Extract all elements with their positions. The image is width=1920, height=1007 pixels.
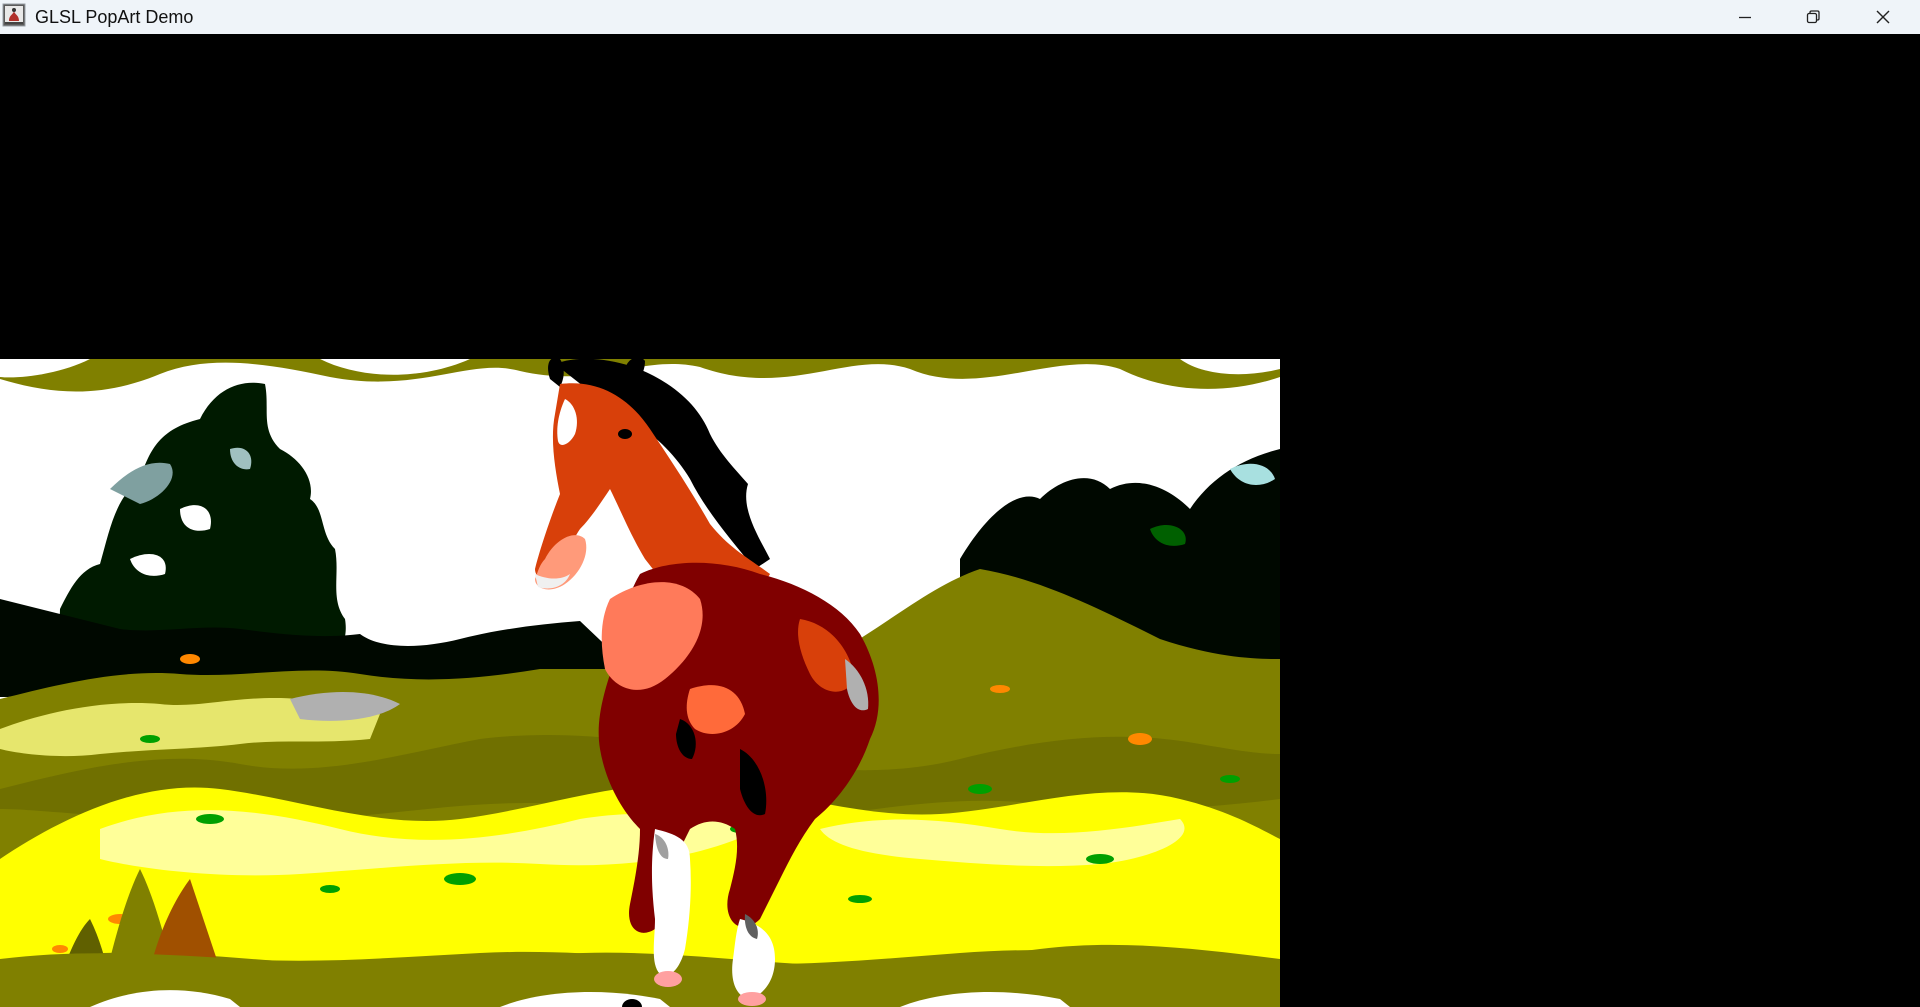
minimize-icon bbox=[1739, 16, 1751, 19]
restore-button[interactable] bbox=[1778, 0, 1848, 34]
minimize-button[interactable] bbox=[1710, 0, 1780, 34]
close-button[interactable] bbox=[1848, 0, 1918, 34]
close-icon bbox=[1876, 10, 1890, 24]
pop-art-horse-render[interactable] bbox=[0, 359, 1280, 1007]
java-app-icon bbox=[2, 3, 26, 27]
app-window: GLSL PopArt Demo bbox=[0, 0, 1920, 1007]
restore-icon bbox=[1806, 10, 1820, 24]
title-bar[interactable]: GLSL PopArt Demo bbox=[0, 0, 1920, 34]
window-title: GLSL PopArt Demo bbox=[35, 7, 194, 27]
render-viewport[interactable] bbox=[0, 34, 1920, 1007]
